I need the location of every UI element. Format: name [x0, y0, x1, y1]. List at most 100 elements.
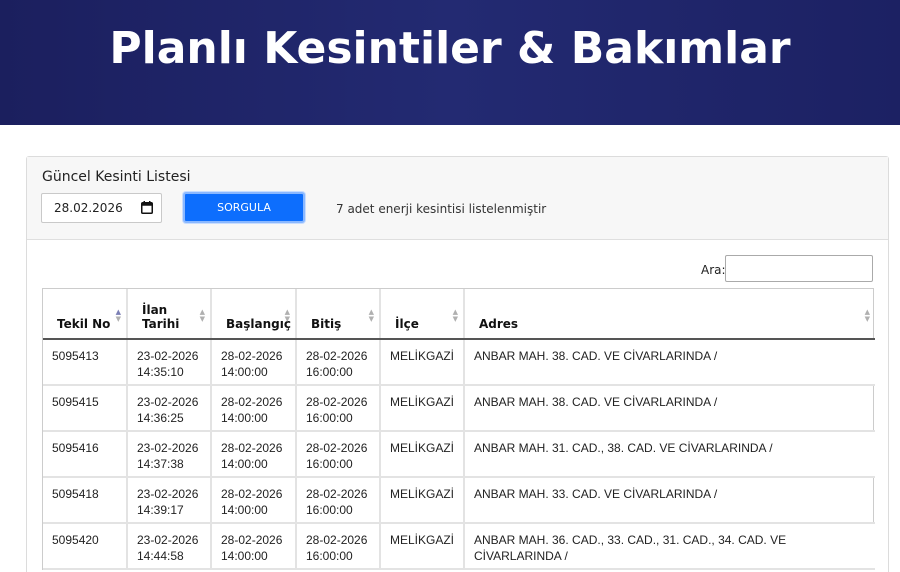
column-header-label: Tarihi: [142, 317, 180, 331]
page-title: Planlı Kesintiler & Bakımlar: [109, 23, 791, 74]
table-header-row: Tekil No ▲ ▼ İlan Tarihi ▲ ▼ Başlangıç ▲ ▼ Bitiş ▲ ▼…: [43, 289, 875, 340]
cell-value: 23-02-2026: [137, 441, 199, 455]
cell-value: 28-02-2026: [306, 487, 368, 501]
cell-ilce: MELİKGAZİ: [380, 431, 465, 478]
cell-value: MELİKGAZİ: [390, 533, 455, 547]
cell-value: 14:36:25: [137, 411, 184, 425]
cell-value: 28-02-2026: [221, 533, 283, 547]
column-header-tekil-no[interactable]: Tekil No ▲ ▼: [43, 289, 128, 340]
cell-value: ANBAR MAH. 38. CAD. VE CİVARLARINDA /: [474, 349, 718, 363]
sort-icon: ▲ ▼: [284, 308, 290, 323]
cell-value: 28-02-2026: [221, 487, 283, 501]
cell-value: MELİKGAZİ: [390, 441, 455, 455]
result-count-text: 7 adet enerji kesintisi listelenmiştir: [336, 202, 547, 216]
cell-baslangic: 28-02-2026 14:00:00: [211, 339, 297, 386]
cell-value: 16:00:00: [306, 503, 353, 517]
cell-value: 14:00:00: [221, 365, 268, 379]
table-row: 5095420 23-02-2026 14:44:58 28-02-2026 14:00…: [43, 523, 875, 570]
table-row: 5095413 23-02-2026 14:35:10 28-02-2026 14:00…: [43, 339, 875, 386]
cell-tekil-no: 5095413: [43, 339, 128, 386]
cell-tekil-no: 5095418: [43, 477, 128, 524]
column-header-label: Adres: [479, 317, 519, 331]
cell-value: 28-02-2026: [221, 441, 283, 455]
outage-list-card: Güncel Kesinti Listesi 28.02.2026 SORGUL…: [26, 156, 889, 572]
cell-ilce: MELİKGAZİ: [380, 523, 465, 570]
cell-value: 16:00:00: [306, 411, 353, 425]
cell-value: 23-02-2026: [137, 487, 199, 501]
table-row: 5095416 23-02-2026 14:37:38 28-02-2026 14:00…: [43, 431, 875, 478]
sort-icon: ▲ ▼: [115, 308, 121, 323]
column-header-label: İlan: [142, 303, 168, 317]
cell-value: ANBAR MAH. 36. CAD., 33. CAD., 31. CAD.,…: [474, 533, 787, 563]
cell-ilce: MELİKGAZİ: [380, 339, 465, 386]
cell-value: 5095420: [52, 533, 99, 547]
query-panel: Güncel Kesinti Listesi 28.02.2026 SORGUL…: [27, 157, 888, 240]
cell-adres: ANBAR MAH. 38. CAD. VE CİVARLARINDA /: [464, 339, 875, 386]
cell-ilan-tarihi: 23-02-2026 14:37:38: [127, 431, 212, 478]
calendar-icon[interactable]: [141, 201, 153, 214]
outage-table: Tekil No ▲ ▼ İlan Tarihi ▲ ▼ Başlangıç ▲ ▼ Bitiş ▲ ▼…: [42, 288, 875, 570]
cell-value: 28-02-2026: [306, 533, 368, 547]
search-label: Ara:: [701, 263, 726, 277]
cell-value: 16:00:00: [306, 549, 353, 563]
cell-ilan-tarihi: 23-02-2026 14:35:10: [127, 339, 212, 386]
cell-value: MELİKGAZİ: [390, 349, 455, 363]
query-button[interactable]: SORGULA: [183, 192, 305, 223]
cell-bitis: 28-02-2026 16:00:00: [296, 339, 381, 386]
cell-bitis: 28-02-2026 16:00:00: [296, 385, 381, 432]
cell-value: 14:00:00: [221, 457, 268, 471]
cell-adres: ANBAR MAH. 36. CAD., 33. CAD., 31. CAD.,…: [464, 523, 875, 570]
date-input[interactable]: 28.02.2026: [41, 193, 162, 223]
cell-ilan-tarihi: 23-02-2026 14:44:58: [127, 523, 212, 570]
column-header-label: Bitiş: [311, 317, 342, 331]
cell-value: 23-02-2026: [137, 533, 199, 547]
page-header: Planlı Kesintiler & Bakımlar: [0, 0, 900, 125]
cell-value: MELİKGAZİ: [390, 487, 455, 501]
cell-tekil-no: 5095416: [43, 431, 128, 478]
cell-value: 5095418: [52, 487, 99, 501]
cell-value: ANBAR MAH. 33. CAD. VE CİVARLARINDA /: [474, 487, 718, 501]
column-header-label: Başlangıç: [226, 317, 291, 331]
cell-adres: ANBAR MAH. 38. CAD. VE CİVARLARINDA /: [464, 385, 875, 432]
column-header-label: İlçe: [395, 317, 419, 331]
cell-value: 23-02-2026: [137, 395, 199, 409]
sort-icon: ▲ ▼: [368, 308, 374, 323]
cell-tekil-no: 5095415: [43, 385, 128, 432]
cell-ilce: MELİKGAZİ: [380, 477, 465, 524]
panel-title: Güncel Kesinti Listesi: [42, 169, 191, 185]
cell-adres: ANBAR MAH. 33. CAD. VE CİVARLARINDA /: [464, 477, 875, 524]
cell-bitis: 28-02-2026 16:00:00: [296, 523, 381, 570]
cell-value: 28-02-2026: [221, 395, 283, 409]
cell-ilan-tarihi: 23-02-2026 14:39:17: [127, 477, 212, 524]
table-body: 5095413 23-02-2026 14:35:10 28-02-2026 14:00…: [43, 339, 875, 570]
table-row: 5095415 23-02-2026 14:36:25 28-02-2026 14:00…: [43, 385, 875, 432]
cell-baslangic: 28-02-2026 14:00:00: [211, 523, 297, 570]
cell-value: 14:37:38: [137, 457, 184, 471]
cell-value: 5095415: [52, 395, 99, 409]
sort-icon: ▲ ▼: [864, 308, 870, 323]
cell-value: 28-02-2026: [221, 349, 283, 363]
column-header-adres[interactable]: Adres ▲ ▼: [464, 289, 875, 340]
column-header-ilce[interactable]: İlçe ▲ ▼: [380, 289, 465, 340]
cell-ilce: MELİKGAZİ: [380, 385, 465, 432]
cell-baslangic: 28-02-2026 14:00:00: [211, 431, 297, 478]
cell-value: 14:00:00: [221, 411, 268, 425]
cell-ilan-tarihi: 23-02-2026 14:36:25: [127, 385, 212, 432]
cell-value: 23-02-2026: [137, 349, 199, 363]
cell-value: 28-02-2026: [306, 395, 368, 409]
cell-baslangic: 28-02-2026 14:00:00: [211, 477, 297, 524]
column-header-ilan-tarihi[interactable]: İlan Tarihi ▲ ▼: [127, 289, 212, 340]
column-header-label: Tekil No: [57, 317, 111, 331]
cell-value: 14:00:00: [221, 549, 268, 563]
search-input[interactable]: [725, 255, 873, 282]
column-header-baslangic[interactable]: Başlangıç ▲ ▼: [211, 289, 297, 340]
cell-value: 5095416: [52, 441, 99, 455]
cell-value: 14:39:17: [137, 503, 184, 517]
cell-bitis: 28-02-2026 16:00:00: [296, 431, 381, 478]
cell-baslangic: 28-02-2026 14:00:00: [211, 385, 297, 432]
column-header-bitis[interactable]: Bitiş ▲ ▼: [296, 289, 381, 340]
sort-icon: ▲ ▼: [199, 308, 205, 323]
cell-value: 28-02-2026: [306, 349, 368, 363]
sort-icon: ▲ ▼: [452, 308, 458, 323]
cell-value: 5095413: [52, 349, 99, 363]
